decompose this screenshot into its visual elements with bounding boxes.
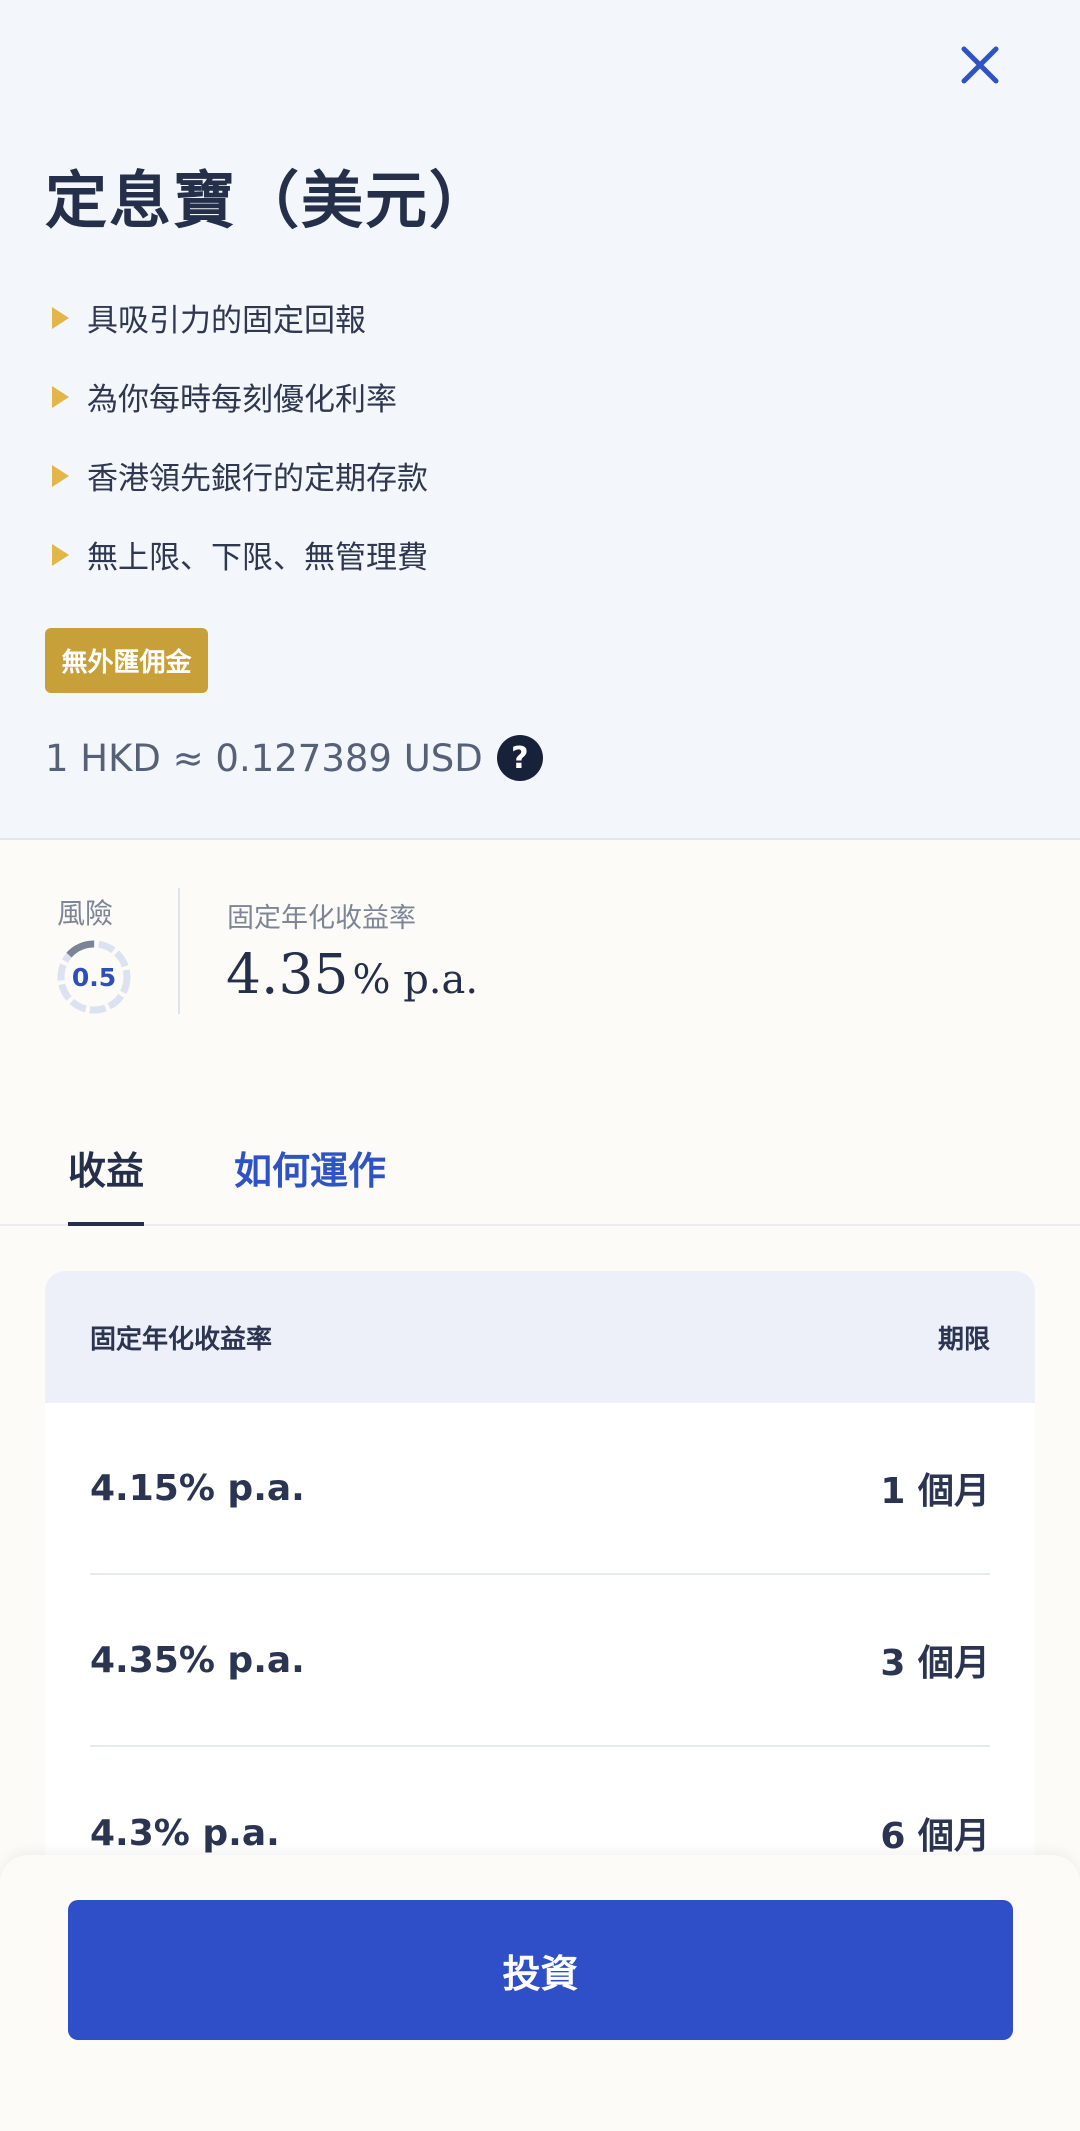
feature-text: 具吸引力的固定回報	[87, 303, 366, 339]
table-row[interactable]: 4.35% p.a. 3 個月	[90, 1575, 990, 1747]
footer-bar: 投資	[0, 1855, 1080, 2131]
feature-text: 無上限、下限、無管理費	[87, 540, 428, 576]
bullet-triangle-icon	[52, 464, 69, 487]
row-rate: 4.3% p.a.	[90, 1812, 280, 1854]
apr-value: 4.35 % p.a.	[226, 942, 478, 1006]
header-rate: 固定年化收益率	[90, 1324, 273, 1355]
no-fx-commission-badge: 無外匯佣金	[45, 628, 208, 693]
tab-bar: 收益 如何運作	[0, 1070, 1080, 1226]
apr-unit: % p.a.	[352, 957, 479, 1003]
active-tab-indicator	[68, 1222, 144, 1226]
feature-item: 香港領先銀行的定期存款	[52, 436, 428, 515]
exchange-rate-text: 1 HKD ≈ 0.127389 USD	[45, 736, 483, 780]
row-term: 3 個月	[880, 1643, 990, 1684]
row-rate: 4.15% p.a.	[90, 1467, 305, 1509]
apr-label: 固定年化收益率	[227, 903, 416, 934]
divider	[178, 888, 180, 1014]
feature-list: 具吸引力的固定回報 為你每時每刻優化利率 香港領先銀行的定期存款 無上限、下限、…	[52, 278, 428, 594]
row-rate: 4.35% p.a.	[90, 1639, 305, 1681]
feature-text: 香港領先銀行的定期存款	[87, 461, 428, 497]
apr-number: 4.35	[226, 942, 349, 1006]
help-icon[interactable]: ?	[496, 735, 543, 781]
exchange-rate: 1 HKD ≈ 0.127389 USD ?	[45, 733, 543, 783]
risk-label: 風險	[57, 897, 114, 930]
close-button[interactable]	[955, 40, 1005, 90]
feature-item: 無上限、下限、無管理費	[52, 515, 428, 594]
header-term: 期限	[937, 1324, 990, 1355]
row-term: 6 個月	[880, 1816, 990, 1857]
row-term: 1 個月	[880, 1471, 990, 1512]
table-header: 固定年化收益率 期限	[45, 1271, 1035, 1403]
table-row[interactable]: 4.15% p.a. 1 個月	[90, 1403, 990, 1575]
bullet-triangle-icon	[52, 306, 69, 329]
tab-how-it-works[interactable]: 如何運作	[234, 1140, 386, 1195]
feature-text: 為你每時每刻優化利率	[87, 382, 397, 418]
feature-item: 具吸引力的固定回報	[52, 278, 428, 357]
bullet-triangle-icon	[52, 543, 69, 566]
invest-button[interactable]: 投資	[68, 1900, 1013, 2040]
page-title: 定息寶（美元）	[45, 164, 494, 237]
close-icon[interactable]	[960, 45, 1000, 85]
risk-value: 0.5	[71, 962, 117, 992]
bullet-triangle-icon	[52, 385, 69, 408]
product-header-section: 定息寶（美元） 具吸引力的固定回報 為你每時每刻優化利率 香港領先銀行的定期存款…	[0, 0, 1080, 840]
tab-returns[interactable]: 收益	[68, 1140, 144, 1195]
feature-item: 為你每時每刻優化利率	[52, 357, 428, 436]
